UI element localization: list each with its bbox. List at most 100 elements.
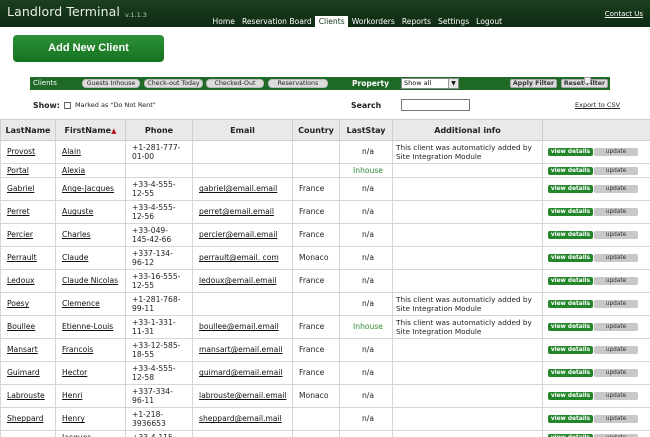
firstname-link[interactable]: Auguste — [62, 207, 93, 216]
firstname-link[interactable]: Ange-Jacques — [62, 184, 114, 193]
lastname-link[interactable]: Ledoux — [7, 276, 35, 285]
col-country[interactable]: Country — [292, 119, 340, 141]
view-details-button[interactable]: view details — [548, 254, 593, 263]
firstname-link[interactable]: Alexia — [62, 166, 85, 175]
cell-actions: view detailsupdate — [542, 223, 650, 247]
property-select[interactable]: Show all ▼ — [401, 78, 459, 89]
nav-settings[interactable]: Settings — [435, 16, 473, 27]
nav-reservation-board[interactable]: Reservation Board — [238, 16, 315, 27]
firstname-link[interactable]: Henri — [62, 391, 82, 400]
checkout-today-button[interactable]: Check-out Today — [144, 79, 203, 88]
export-csv-link[interactable]: Export to CSV — [575, 101, 620, 109]
view-details-button[interactable]: view details — [548, 415, 593, 424]
firstname-link[interactable]: Alain — [62, 147, 81, 156]
update-button[interactable]: update — [594, 254, 638, 263]
update-button[interactable]: update — [594, 346, 638, 355]
col-actions — [542, 119, 650, 141]
update-button[interactable]: update — [594, 166, 638, 175]
view-details-button[interactable]: view details — [548, 185, 593, 194]
checked-out-button[interactable]: Checked-Out — [206, 79, 264, 88]
cell-actions: view detailsupdate — [542, 246, 650, 270]
update-button[interactable]: update — [594, 415, 638, 424]
view-details-button[interactable]: view details — [548, 277, 593, 286]
lastname-link[interactable]: Mansart — [7, 345, 38, 354]
cell-laststay — [339, 430, 393, 437]
nav-home[interactable]: Home — [209, 16, 238, 27]
nav-clients[interactable]: Clients — [315, 16, 349, 27]
firstname-link[interactable]: Clemence — [62, 299, 100, 308]
lastname-link[interactable]: Gabriel — [7, 184, 34, 193]
col-laststay[interactable]: LastStay — [339, 119, 393, 141]
col-lastname[interactable]: LastName — [0, 119, 56, 141]
firstname-link[interactable]: Hector — [62, 368, 87, 377]
apply-filter-button[interactable]: Apply Filter — [510, 79, 557, 88]
update-button[interactable]: update — [594, 208, 638, 217]
update-button[interactable]: update — [594, 231, 638, 240]
firstname-link[interactable]: Henry — [62, 414, 85, 423]
lastname-link[interactable]: Provost — [7, 147, 35, 156]
update-button[interactable]: update — [594, 300, 638, 309]
email-link[interactable]: sheppard@email.mail — [199, 414, 282, 423]
cell-additional-info — [392, 430, 543, 437]
email-link[interactable]: ledoux@email.email — [199, 276, 276, 285]
collapse-toggle-icon[interactable] — [584, 77, 591, 84]
col-email[interactable]: Email — [192, 119, 293, 141]
update-button[interactable]: update — [594, 148, 638, 157]
cell-laststay: n/a — [339, 177, 393, 201]
firstname-link[interactable]: Charles — [62, 230, 91, 239]
lastname-link[interactable]: Boullee — [7, 322, 35, 331]
update-button[interactable]: update — [594, 392, 638, 401]
lastname-link[interactable]: Sheppard — [7, 414, 43, 423]
guests-inhouse-button[interactable]: Guests Inhouse — [82, 79, 140, 88]
nav-logout[interactable]: Logout — [473, 16, 506, 27]
email-link[interactable]: guimard@email.email — [199, 368, 283, 377]
lastname-link[interactable]: Portal — [7, 166, 29, 175]
nav-workorders[interactable]: Workorders — [348, 16, 398, 27]
email-link[interactable]: boullee@email.email — [199, 322, 279, 331]
email-link[interactable]: labrouste@email.email — [199, 391, 287, 400]
lastname-link[interactable]: Labrouste — [7, 391, 45, 400]
view-details-button[interactable]: view details — [548, 208, 593, 217]
search-input[interactable] — [401, 99, 470, 111]
reservations-button[interactable]: Reservations — [268, 79, 328, 88]
email-link[interactable]: percier@email.email — [199, 230, 277, 239]
add-new-client-button[interactable]: Add New Client — [13, 35, 164, 62]
view-details-button[interactable]: view details — [548, 369, 593, 378]
update-button[interactable]: update — [594, 277, 638, 286]
lastname-link[interactable]: Perret — [7, 207, 30, 216]
lastname-link[interactable]: Guimard — [7, 368, 40, 377]
view-details-button[interactable]: view details — [548, 392, 593, 401]
cell-country — [292, 407, 340, 431]
view-details-button[interactable]: view details — [548, 148, 593, 157]
lastname-link[interactable]: Percier — [7, 230, 33, 239]
firstname-link[interactable]: Etienne-Louis — [62, 322, 113, 331]
cell-firstname: Francois — [55, 338, 126, 362]
view-details-button[interactable]: view details — [548, 346, 593, 355]
update-button[interactable]: update — [594, 323, 638, 332]
firstname-link[interactable]: Claude — [62, 253, 88, 262]
firstname-link[interactable]: Francois — [62, 345, 93, 354]
firstname-link[interactable]: Jacques — [62, 433, 91, 437]
email-link[interactable]: mansart@email.email — [199, 345, 282, 354]
update-button[interactable]: update — [594, 185, 638, 194]
nav-reports[interactable]: Reports — [398, 16, 434, 27]
view-details-button[interactable]: view details — [548, 323, 593, 332]
col-phone[interactable]: Phone — [125, 119, 193, 141]
col-firstname[interactable]: FirstName▲ — [55, 119, 126, 141]
view-details-button[interactable]: view details — [548, 231, 593, 240]
info-line: Site Integration Module — [396, 152, 482, 161]
table-row: Sheppard Henry +1-218- 3936653 sheppard@emai… — [0, 407, 650, 431]
firstname-link[interactable]: Claude Nicolas — [62, 276, 118, 285]
cell-email: gabriel@email.email — [192, 177, 293, 201]
view-details-button[interactable]: view details — [548, 300, 593, 309]
lastname-link[interactable]: Poesy — [7, 299, 29, 308]
view-details-button[interactable]: view details — [548, 166, 593, 175]
email-link[interactable]: perrault@email. com — [199, 253, 279, 262]
lastname-link[interactable]: Perrault — [7, 253, 37, 262]
contact-us-link[interactable]: Contact Us — [605, 10, 643, 18]
update-button[interactable]: update — [594, 369, 638, 378]
email-link[interactable]: perret@email.email — [199, 207, 274, 216]
do-not-rent-checkbox[interactable] — [64, 102, 71, 109]
phone-line: +33-4-555- — [132, 202, 176, 212]
email-link[interactable]: gabriel@email.email — [199, 184, 277, 193]
